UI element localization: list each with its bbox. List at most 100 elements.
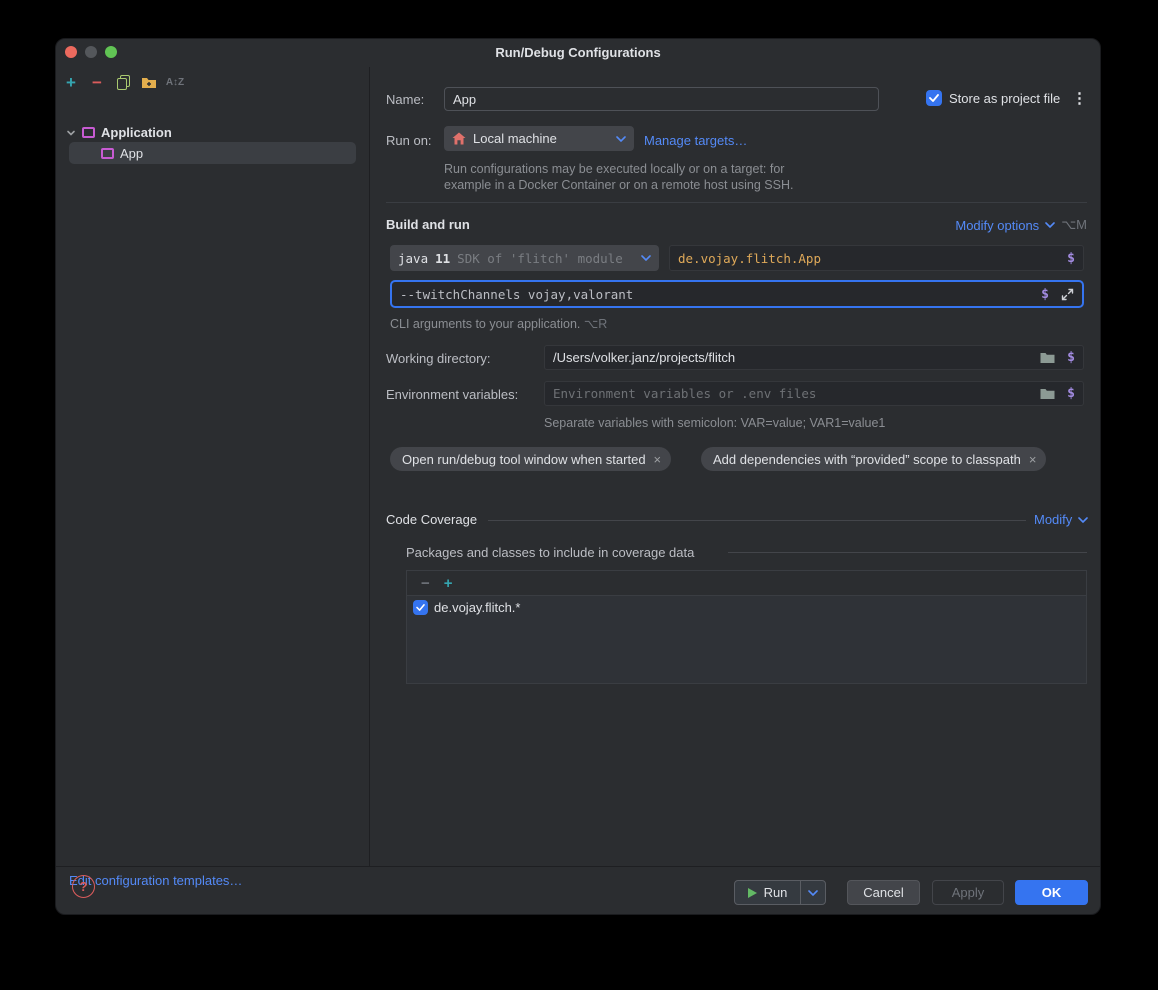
args-shortcut: ⌥R <box>584 317 607 331</box>
code-coverage-rule <box>488 520 1026 521</box>
remove-pattern-button[interactable]: − <box>421 576 430 591</box>
chip-label: Open run/debug tool window when started <box>402 452 646 467</box>
plus-icon: + <box>66 74 76 91</box>
chip-open-run-tool-window[interactable]: Open run/debug tool window when started … <box>390 447 671 471</box>
tree-item-app-selected[interactable]: App <box>69 142 356 164</box>
ok-button-label: OK <box>1042 885 1062 900</box>
run-on-help-text: Run configurations may be executed local… <box>444 161 793 193</box>
working-directory-value: /Users/volker.janz/projects/flitch <box>553 350 735 365</box>
help-button[interactable]: ? <box>72 875 95 898</box>
add-configuration-button[interactable]: + <box>62 73 80 91</box>
browse-folder-icon[interactable] <box>1040 388 1055 400</box>
chevron-down-icon <box>641 255 651 261</box>
help-icon: ? <box>80 879 88 894</box>
main-class-value: de.vojay.flitch.App <box>678 251 821 266</box>
jdk-detail: SDK of 'flitch' module <box>457 251 623 266</box>
ok-button[interactable]: OK <box>1015 880 1088 905</box>
dialog-title: Run/Debug Configurations <box>56 39 1100 67</box>
chevron-down-icon <box>66 128 76 138</box>
environment-variables-input[interactable]: Environment variables or .env files $ <box>544 381 1084 406</box>
play-icon <box>748 888 757 898</box>
chevron-down-icon <box>808 890 818 896</box>
new-folder-icon <box>141 76 157 89</box>
jdk-version: 11 <box>435 251 450 266</box>
jre-select[interactable]: java 11 SDK of 'flitch' module <box>390 245 659 271</box>
kebab-menu-icon[interactable]: ⋮ <box>1072 89 1087 107</box>
browse-folder-icon[interactable] <box>1040 352 1055 364</box>
program-arguments-input[interactable]: --twitchChannels vojay,valorant $ <box>390 280 1084 308</box>
application-type-icon <box>82 127 95 138</box>
run-button[interactable]: Run <box>735 881 800 904</box>
coverage-pattern-list: de.vojay.flitch.* <box>407 596 1086 683</box>
sort-alphabetically-icon: A↕Z <box>166 77 184 88</box>
apply-button-label: Apply <box>952 885 985 900</box>
coverage-table-toolbar: − + <box>407 571 1086 596</box>
checkbox-checked-icon[interactable] <box>413 600 428 615</box>
insert-macro-icon[interactable]: $ <box>1067 386 1075 401</box>
coverage-pattern-row[interactable]: de.vojay.flitch.* <box>407 596 1086 618</box>
minus-icon: − <box>92 74 102 91</box>
sidebar-toolbar: + − A↕Z <box>62 71 184 93</box>
name-value: App <box>453 92 476 107</box>
remove-chip-icon[interactable]: × <box>1029 452 1037 467</box>
cancel-button-label: Cancel <box>863 885 903 900</box>
dialog-footer: ? Run Cancel Apply OK <box>56 866 1100 914</box>
run-options-dropdown[interactable] <box>800 881 825 904</box>
chip-label: Add dependencies with “provided” scope t… <box>713 452 1021 467</box>
insert-macro-icon[interactable]: $ <box>1041 287 1049 302</box>
name-input[interactable]: App <box>444 87 879 111</box>
screen: Run/Debug Configurations + − A↕Z <box>0 0 1158 990</box>
chevron-down-icon[interactable] <box>1078 517 1088 523</box>
chevron-down-icon <box>616 136 626 142</box>
local-machine-icon <box>452 132 466 145</box>
tree-item-label: App <box>120 146 143 161</box>
jdk-name: java <box>398 251 428 266</box>
add-pattern-button[interactable]: + <box>444 576 453 591</box>
run-configuration-icon <box>101 148 114 159</box>
environment-variables-label: Environment variables: <box>386 387 518 402</box>
coverage-packages-table: − + de.vojay.flitch.* <box>406 570 1087 684</box>
copy-icon <box>117 75 129 89</box>
run-on-label: Run on: <box>386 133 432 148</box>
store-as-project-file-checkbox[interactable]: Store as project file <box>926 90 1060 106</box>
run-debug-configurations-dialog: Run/Debug Configurations + − A↕Z <box>55 38 1101 915</box>
coverage-modify-link[interactable]: Modify <box>1034 512 1072 527</box>
insert-macro-icon[interactable]: $ <box>1067 350 1075 365</box>
coverage-pattern-label: de.vojay.flitch.* <box>434 600 520 615</box>
main-class-input[interactable]: de.vojay.flitch.App $ <box>669 245 1084 271</box>
modify-options-link[interactable]: Modify options <box>955 218 1039 233</box>
expand-field-icon[interactable] <box>1061 288 1074 301</box>
run-split-button[interactable]: Run <box>734 880 826 905</box>
new-folder-button[interactable] <box>140 73 158 91</box>
sort-configurations-button[interactable]: A↕Z <box>166 73 184 91</box>
name-label: Name: <box>386 92 424 107</box>
checkbox-checked-icon <box>926 90 942 106</box>
manage-targets-link[interactable]: Manage targets… <box>644 133 747 148</box>
coverage-group-rule <box>728 552 1087 553</box>
store-checkbox-label: Store as project file <box>949 91 1060 106</box>
program-arguments-value: --twitchChannels vojay,valorant <box>400 287 633 302</box>
working-directory-input[interactable]: /Users/volker.janz/projects/flitch $ <box>544 345 1084 370</box>
apply-button[interactable]: Apply <box>932 880 1004 905</box>
remove-chip-icon[interactable]: × <box>654 452 662 467</box>
chip-add-provided-dependencies[interactable]: Add dependencies with “provided” scope t… <box>701 447 1046 471</box>
modify-options-shortcut: ⌥M <box>1061 217 1087 233</box>
args-hint: CLI arguments to your application. ⌥R <box>390 316 607 331</box>
configurations-sidebar: + − A↕Z <box>56 67 369 867</box>
code-coverage-header: Code Coverage <box>386 512 477 527</box>
tree-group-application[interactable]: Application <box>56 122 172 143</box>
run-button-label: Run <box>764 885 788 900</box>
remove-configuration-button[interactable]: − <box>88 73 106 91</box>
coverage-group-label: Packages and classes to include in cover… <box>406 545 694 560</box>
cancel-button[interactable]: Cancel <box>847 880 920 905</box>
titlebar: Run/Debug Configurations <box>56 39 1100 67</box>
environment-variables-placeholder: Environment variables or .env files <box>553 386 816 401</box>
environment-variables-hint: Separate variables with semicolon: VAR=v… <box>544 416 885 430</box>
working-directory-label: Working directory: <box>386 351 491 366</box>
insert-macro-icon[interactable]: $ <box>1067 251 1075 266</box>
build-and-run-header: Build and run <box>386 217 470 232</box>
copy-configuration-button[interactable] <box>114 73 132 91</box>
run-on-select[interactable]: Local machine <box>444 126 634 151</box>
chevron-down-icon[interactable] <box>1045 222 1055 228</box>
tree-group-label: Application <box>101 125 172 140</box>
